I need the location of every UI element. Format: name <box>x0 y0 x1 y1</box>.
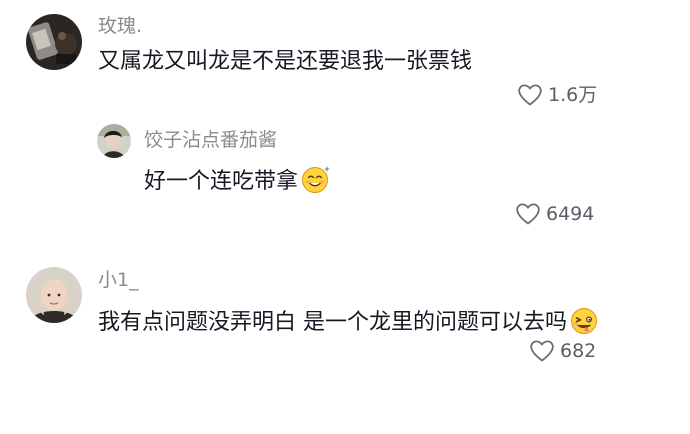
comment-text: 好一个连吃带拿 <box>144 164 332 199</box>
heart-outline-icon[interactable] <box>516 203 540 225</box>
reply-item: 饺子沾点番茄酱 好一个连吃带拿 6494 <box>0 120 690 240</box>
like-count: 1.6万 <box>548 83 598 106</box>
comment-item: 玫瑰. 又属龙又叫龙是不是还要退我一张票钱 1.6万 <box>0 0 690 120</box>
like-count: 682 <box>560 339 597 362</box>
dizzy-smile-emoji <box>300 164 332 199</box>
comment-text: 我有点问题没弄明白 是一个龙里的问题可以去吗 <box>98 307 599 340</box>
comment-text-body: 我有点问题没弄明白 是一个龙里的问题可以去吗 <box>98 310 567 335</box>
avatar[interactable] <box>26 14 82 70</box>
winking-tongue-emoji <box>569 307 599 340</box>
username[interactable]: 小1_ <box>98 271 139 290</box>
comment-text: 又属龙又叫龙是不是还要退我一张票钱 <box>98 49 473 74</box>
username[interactable]: 玫瑰. <box>98 17 142 36</box>
comment-text-body: 好一个连吃带拿 <box>144 169 299 194</box>
like-count: 6494 <box>546 202 595 225</box>
heart-outline-icon[interactable] <box>518 84 542 106</box>
like-button[interactable]: 682 <box>530 340 596 362</box>
username[interactable]: 饺子沾点番茄酱 <box>144 131 277 150</box>
heart-outline-icon[interactable] <box>530 340 554 362</box>
avatar[interactable] <box>97 124 131 158</box>
comment-item: 小1_ 我有点问题没弄明白 是一个龙里的问题可以去吗 682 <box>0 255 690 434</box>
avatar[interactable] <box>26 267 82 323</box>
like-button[interactable]: 6494 <box>516 203 594 225</box>
comment-section: 玫瑰. 又属龙又叫龙是不是还要退我一张票钱 1.6万 饺子沾点番茄酱 好一个连吃… <box>0 0 690 434</box>
like-button[interactable]: 1.6万 <box>518 84 597 106</box>
